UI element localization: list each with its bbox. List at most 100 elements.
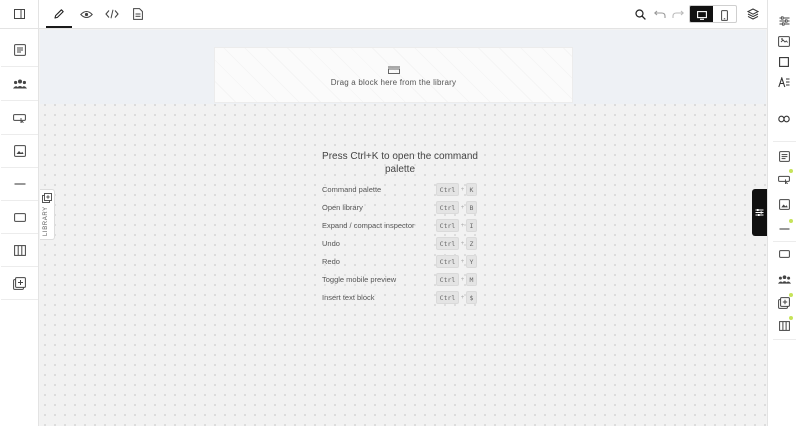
library-item-button[interactable] <box>1 102 38 135</box>
right-item-team[interactable] <box>776 271 792 287</box>
shortcut-modifier-key: Ctrl <box>436 291 459 304</box>
shortcut-keys: Ctrl + I <box>436 219 477 232</box>
image-block-icon <box>13 145 26 157</box>
library-item-add-block[interactable] <box>1 267 38 300</box>
library-item-text[interactable] <box>1 34 38 67</box>
code-icon <box>105 9 119 19</box>
new-indicator-dot <box>789 219 793 223</box>
text-style-icon <box>778 76 790 88</box>
swap-image-icon <box>778 35 790 47</box>
block-placeholder-icon <box>387 66 401 76</box>
divider-icon <box>14 182 26 186</box>
right-item-container[interactable] <box>776 246 792 262</box>
shortcut-key: K <box>466 183 477 196</box>
swap-image-button[interactable] <box>776 33 792 49</box>
search-button[interactable] <box>629 3 651 25</box>
search-icon <box>634 8 646 20</box>
sidebar-toggle-icon <box>14 9 25 19</box>
shortcut-label: Command palette <box>322 185 382 194</box>
link-button[interactable] <box>776 111 792 127</box>
shortcut-keys: Ctrl + B <box>436 201 477 214</box>
right-item-button[interactable] <box>776 169 793 187</box>
redo-button[interactable] <box>667 3 689 25</box>
right-item-image[interactable] <box>776 196 792 212</box>
library-tab-label: LIBRARY <box>43 206 49 236</box>
shortcut-row: Open library Ctrl + B <box>322 201 482 215</box>
right-item-columns[interactable] <box>776 316 793 334</box>
device-toggle <box>689 5 737 23</box>
shortcut-modifier-key: Ctrl <box>436 219 459 232</box>
shortcut-key: M <box>466 273 477 286</box>
right-item-text[interactable] <box>776 148 792 164</box>
new-indicator-dot <box>789 169 793 173</box>
sidebar-toggle-button[interactable] <box>0 0 39 29</box>
link-icon <box>778 115 790 123</box>
shortcut-modifier-key: Ctrl <box>436 255 459 268</box>
active-mode-indicator <box>46 26 72 28</box>
top-toolbar <box>39 0 767 29</box>
library-item-image[interactable] <box>1 135 38 168</box>
shortcut-modifier-key: Ctrl <box>436 237 459 250</box>
pencil-edit-icon <box>53 8 65 20</box>
new-indicator-dot <box>789 316 793 320</box>
shortcut-modifier-key: Ctrl <box>436 183 459 196</box>
team-icon <box>12 79 27 89</box>
divider-icon <box>779 227 790 231</box>
properties-button[interactable] <box>776 13 792 29</box>
shortcut-key: B <box>466 201 477 214</box>
right-rail <box>767 0 800 426</box>
redo-icon <box>672 9 684 19</box>
layers-button[interactable] <box>742 3 764 25</box>
layers-icon <box>747 8 759 20</box>
command-palette-hint: Press Ctrl+K to open the command palette <box>322 151 478 175</box>
undo-icon <box>654 9 666 19</box>
mobile-icon <box>721 9 728 21</box>
typography-button[interactable] <box>776 74 792 90</box>
library-item-divider[interactable] <box>1 168 38 201</box>
right-item-divider[interactable] <box>776 219 793 237</box>
shortcut-key: I <box>466 219 477 232</box>
shortcut-row: Toggle mobile preview Ctrl + M <box>322 273 482 287</box>
add-block-icon <box>13 276 26 290</box>
eye-preview-icon <box>79 10 93 19</box>
library-tab[interactable]: LIBRARY <box>40 189 55 240</box>
inspector-tab[interactable] <box>752 189 767 236</box>
shortcut-keys: Ctrl + Y <box>436 255 477 268</box>
columns-icon <box>778 321 790 331</box>
shortcut-label: Undo <box>322 239 340 248</box>
shortcut-keys: Ctrl + K <box>436 183 477 196</box>
shortcut-keys: Ctrl + $ <box>436 291 477 304</box>
container-icon <box>13 212 26 222</box>
document-mode-button[interactable] <box>127 3 149 25</box>
shortcut-row: Expand / compact inspector Ctrl + I <box>322 219 482 233</box>
desktop-view-button[interactable] <box>690 6 713 22</box>
add-block-icon <box>778 297 790 309</box>
shortcut-modifier-key: Ctrl <box>436 201 459 214</box>
shortcut-label: Insert text block <box>322 293 375 302</box>
edit-mode-button[interactable] <box>48 3 70 25</box>
library-item-columns[interactable] <box>1 234 38 267</box>
shortcut-label: Redo <box>322 257 340 266</box>
button-block-icon <box>778 175 790 184</box>
library-item-team[interactable] <box>1 68 38 101</box>
mobile-view-button[interactable] <box>713 6 736 22</box>
sliders-icon <box>755 208 764 217</box>
right-item-add-block[interactable] <box>776 293 793 311</box>
canvas[interactable]: Drag a block here from the library Press… <box>40 30 766 426</box>
drop-zone[interactable]: Drag a block here from the library <box>214 47 573 103</box>
new-indicator-dot <box>789 293 793 297</box>
shortcut-row: Command palette Ctrl + K <box>322 183 482 197</box>
library-item-container[interactable] <box>1 201 38 234</box>
sliders-icon <box>779 16 790 26</box>
right-rail-divider <box>773 241 796 242</box>
code-mode-button[interactable] <box>101 3 123 25</box>
shortcut-label: Expand / compact inspector <box>322 221 415 230</box>
text-block-icon <box>13 44 26 56</box>
shortcut-label: Open library <box>322 203 363 212</box>
background-button[interactable] <box>776 54 792 70</box>
text-block-icon <box>778 150 790 162</box>
shortcut-key: $ <box>466 291 477 304</box>
preview-mode-button[interactable] <box>75 3 97 25</box>
shortcut-row: Insert text block Ctrl + $ <box>322 291 482 305</box>
desktop-icon <box>696 10 707 20</box>
